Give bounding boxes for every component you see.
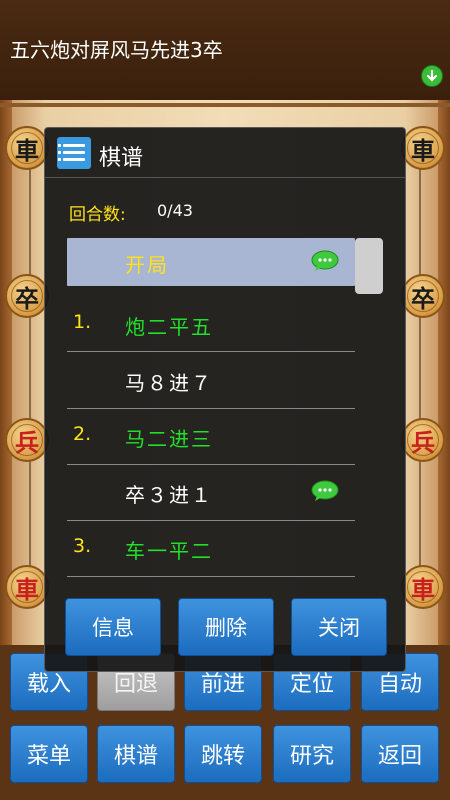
move-row[interactable]: 马８进７ — [67, 356, 355, 404]
study-button[interactable]: 研究 — [273, 725, 351, 783]
piece-char: 車 — [15, 135, 39, 165]
jump-button[interactable]: 跳转 — [184, 725, 262, 783]
move-text: 马８进７ — [125, 371, 213, 395]
piece-char: 車 — [411, 135, 435, 165]
comment-icon[interactable] — [311, 250, 339, 272]
move-number: 3. — [73, 535, 92, 557]
move-row-start[interactable]: 开局 — [67, 238, 355, 286]
move-text: 马二进三 — [125, 427, 213, 451]
menu-button[interactable]: 菜单 — [10, 725, 88, 783]
download-icon — [426, 69, 438, 82]
button-label: 菜单 — [26, 744, 71, 769]
game-title: 五六炮对屏风马先进3卒 — [10, 38, 223, 62]
board-top-rail — [0, 103, 450, 107]
board-frame-left — [0, 100, 12, 645]
move-text: 卒３进１ — [125, 483, 213, 507]
piece-char: 車 — [411, 574, 435, 604]
row-divider — [67, 351, 355, 352]
move-number: 1. — [73, 311, 92, 333]
button-label: 删除 — [205, 616, 247, 640]
move-row[interactable]: 卒３进１ — [67, 468, 355, 516]
list-icon — [57, 137, 91, 169]
scrollbar-thumb[interactable] — [355, 238, 383, 294]
piece-red-chariot[interactable]: 車 — [401, 565, 445, 609]
piece-char: 兵 — [15, 427, 39, 457]
move-text: 炮二平五 — [125, 315, 213, 339]
button-label: 关闭 — [318, 616, 360, 640]
dialog-header: 棋谱 — [45, 128, 405, 178]
piece-black-chariot[interactable]: 車 — [5, 126, 49, 170]
piece-char: 卒 — [411, 283, 435, 313]
dialog-title: 棋谱 — [99, 146, 144, 171]
button-label: 棋谱 — [113, 744, 158, 769]
row-divider — [67, 464, 355, 465]
piece-char: 兵 — [411, 427, 435, 457]
move-row[interactable]: 2. 马二进三 — [67, 412, 355, 460]
row-divider — [67, 408, 355, 409]
button-label: 返回 — [377, 744, 422, 769]
delete-button[interactable]: 删除 — [178, 598, 274, 656]
move-number: 2. — [73, 423, 92, 445]
board-line — [29, 148, 31, 588]
button-label: 信息 — [92, 616, 134, 640]
comment-icon[interactable] — [311, 480, 339, 502]
button-label: 研究 — [289, 744, 334, 769]
game-record-button[interactable]: 棋谱 — [97, 725, 175, 783]
move-text: 开局 — [125, 253, 169, 277]
download-button[interactable] — [421, 65, 443, 87]
round-count-value: 0/43 — [157, 201, 193, 220]
move-row[interactable]: 1. 炮二平五 — [67, 300, 355, 348]
piece-red-soldier[interactable]: 兵 — [401, 418, 445, 462]
info-button[interactable]: 信息 — [65, 598, 161, 656]
game-record-dialog: 棋谱 回合数: 0/43 开局 1. 炮二平五 马８进７ 2. 马二进三 卒３进… — [44, 127, 406, 672]
move-text: 车一平二 — [125, 539, 213, 563]
title-bar: 五六炮对屏风马先进3卒 — [0, 0, 450, 100]
board-frame-right — [438, 100, 450, 645]
close-button[interactable]: 关闭 — [291, 598, 387, 656]
board-line — [419, 148, 421, 588]
piece-char: 卒 — [15, 283, 39, 313]
move-row[interactable]: 3. 车一平二 — [67, 524, 355, 572]
piece-char: 車 — [15, 574, 39, 604]
back-button[interactable]: 返回 — [361, 725, 439, 783]
piece-black-chariot[interactable]: 車 — [401, 126, 445, 170]
piece-black-soldier[interactable]: 卒 — [401, 274, 445, 318]
row-divider — [67, 520, 355, 521]
piece-black-soldier[interactable]: 卒 — [5, 274, 49, 318]
button-label: 跳转 — [200, 744, 245, 769]
piece-red-chariot[interactable]: 車 — [5, 565, 49, 609]
round-count-label: 回合数: — [69, 205, 126, 225]
piece-red-soldier[interactable]: 兵 — [5, 418, 49, 462]
row-divider — [67, 576, 355, 577]
